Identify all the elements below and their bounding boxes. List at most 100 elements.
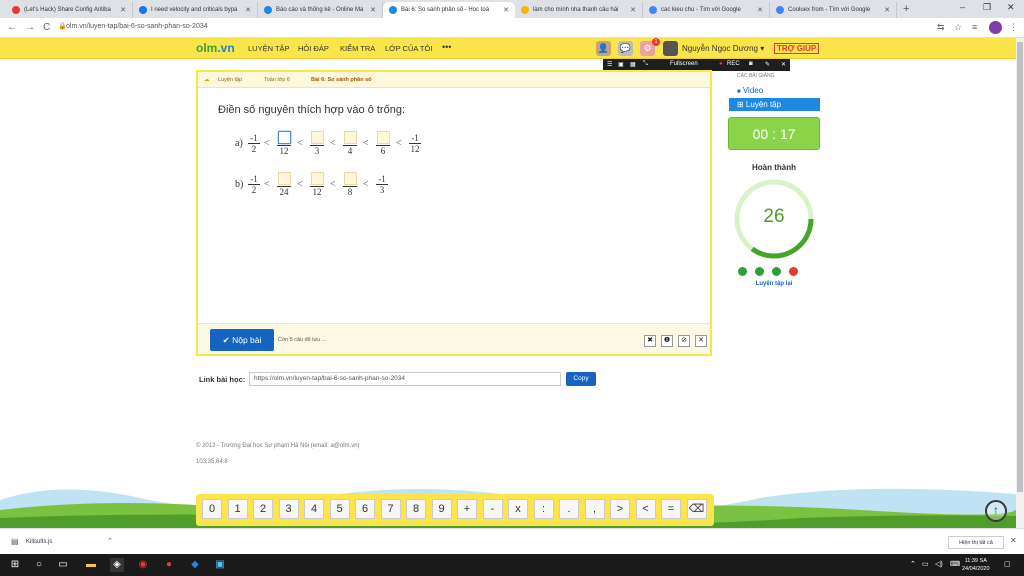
numerator-input[interactable] <box>278 172 291 185</box>
retry-link[interactable]: Luyện tập lại <box>756 281 793 287</box>
rec-button[interactable]: REC <box>727 61 740 67</box>
keypad-key[interactable]: : <box>533 499 554 519</box>
show-all-button[interactable]: Hiện thị tất cả <box>948 536 1004 549</box>
url-field[interactable]: olm.vn/luyen-tap/bai-6-so-sanh-phan-so-2… <box>66 23 208 30</box>
tray-chevron-icon[interactable]: ⌃ <box>910 560 916 568</box>
keypad-key[interactable]: ⌫ <box>686 499 707 519</box>
menu-icon[interactable]: ⋮ <box>1009 22 1018 33</box>
back-button[interactable]: ← <box>7 22 17 33</box>
nav-my-class[interactable]: LỚP CỦA TÔI <box>385 44 432 53</box>
more-menu[interactable]: ••• <box>442 42 451 52</box>
keypad-key[interactable]: 6 <box>355 499 375 519</box>
lesson-link-field[interactable]: https://olm.vn/luyen-tap/bai-6-so-sanh-p… <box>249 372 561 386</box>
practice-link[interactable]: ⊞ Luyện tập <box>729 98 820 111</box>
resize-icon[interactable]: ⤡ <box>643 61 648 68</box>
bookmark-star-icon[interactable]: ☆ <box>954 22 962 33</box>
list-icon[interactable]: ☰ <box>607 61 612 68</box>
blue-app-icon[interactable]: ◆ <box>188 558 202 572</box>
browser-tab[interactable]: Cooluex from - Tìm với Google ✕ <box>770 2 897 18</box>
windows-start-icon[interactable]: ⊞ <box>8 558 22 572</box>
numerator-input[interactable] <box>278 131 291 144</box>
tab-close-icon[interactable]: ✕ <box>500 6 509 14</box>
clock[interactable]: 11:39 SA 24/04/2020 <box>962 557 990 573</box>
close-window-button[interactable]: ✕ <box>1007 2 1015 13</box>
numerator-input[interactable] <box>311 172 324 185</box>
submit-button[interactable]: ✔ Nộp bài <box>210 329 274 351</box>
chat-icon[interactable]: 💬 <box>618 41 633 56</box>
keypad-key[interactable]: 5 <box>329 499 350 519</box>
new-tab-button[interactable]: + <box>903 3 909 15</box>
keypad-key[interactable]: < <box>635 499 656 519</box>
keypad-key[interactable]: 0 <box>202 499 222 519</box>
downloads-close-button[interactable]: ✕ <box>1010 536 1017 545</box>
tab-close-icon[interactable]: ✕ <box>242 6 251 14</box>
browser-tab[interactable]: Bài 6: So sánh phân số - Học toá ✕ <box>383 2 515 18</box>
recorder-close-icon[interactable]: ✕ <box>781 61 786 68</box>
numerator-input[interactable] <box>377 131 390 144</box>
translate-icon[interactable]: ⇆ <box>937 22 945 33</box>
pen-icon[interactable]: ✎ <box>765 61 770 68</box>
scrollbar-thumb[interactable] <box>1017 42 1023 492</box>
search-icon[interactable]: ○ <box>32 558 46 572</box>
user-name-dropdown[interactable]: Nguyễn Ngọc Dương ▾ <box>682 44 764 53</box>
clear-button[interactable]: ✖ <box>644 335 656 347</box>
camera-icon[interactable]: ◙ <box>749 61 753 67</box>
task-view-icon[interactable]: ▭ <box>56 558 70 572</box>
keypad-key[interactable]: 8 <box>406 499 426 519</box>
keypad-key[interactable]: = <box>661 499 681 519</box>
keypad-key[interactable]: > <box>610 499 630 519</box>
keypad-key[interactable]: 4 <box>304 499 324 519</box>
scroll-top-button[interactable]: ↑ <box>985 500 1007 522</box>
language-icon[interactable]: ⌨ <box>950 560 960 568</box>
copy-button[interactable]: Copy <box>566 372 596 386</box>
record-icon[interactable]: ● <box>162 558 176 572</box>
browser-tab[interactable]: I need velocity and criticals bypa ✕ <box>133 2 258 18</box>
browser-tab[interactable]: cac kieu chu - Tìm với Google ✕ <box>643 2 770 18</box>
nav-practice[interactable]: LUYỆN TẬP <box>248 44 290 53</box>
keypad-key[interactable]: x <box>508 499 528 519</box>
window-icon[interactable]: ▣ <box>618 61 624 68</box>
tab-close-icon[interactable]: ✕ <box>881 6 890 14</box>
volume-icon[interactable]: ◁) <box>935 560 943 568</box>
numerator-input[interactable] <box>311 131 324 144</box>
region-icon[interactable]: ▦ <box>630 61 636 68</box>
reload-button[interactable]: C <box>43 22 50 33</box>
numerator-input[interactable] <box>344 172 357 185</box>
file-explorer-icon[interactable]: ▬ <box>84 558 98 572</box>
breadcrumb-practice[interactable]: Luyện tập <box>218 77 242 83</box>
keypad-key[interactable]: 3 <box>278 499 299 519</box>
browser-tab[interactable]: Báo cáo và thống kê - Online Ma ✕ <box>258 2 383 18</box>
maximize-button[interactable]: ❐ <box>983 2 991 13</box>
keypad-key[interactable]: - <box>482 499 503 519</box>
keypad-key[interactable]: 1 <box>227 499 248 519</box>
keypad-key[interactable]: , <box>584 499 605 519</box>
profile-avatar[interactable] <box>989 21 1002 34</box>
minimize-button[interactable]: – <box>960 2 965 12</box>
block-button[interactable]: ⊘ <box>678 335 690 347</box>
close-button[interactable]: ✕ <box>695 335 707 347</box>
network-icon[interactable]: ▭ <box>922 560 929 568</box>
keypad-key[interactable]: 2 <box>253 499 273 519</box>
browser-tab[interactable]: làm cho mình nha thanh câu hái ✕ <box>515 2 643 18</box>
notification-center-icon[interactable]: ▢ <box>1004 560 1011 568</box>
keypad-key[interactable]: . <box>559 499 579 519</box>
fullscreen-button[interactable]: Fullscreen <box>670 61 698 67</box>
video-link[interactable]: ■ Video <box>737 86 763 95</box>
info-button[interactable]: ❶ <box>661 335 673 347</box>
chevron-up-icon[interactable]: ⌃ <box>107 537 113 545</box>
download-file[interactable]: Killsults.js <box>26 539 52 545</box>
forward-button[interactable]: → <box>25 22 35 33</box>
user-add-icon[interactable]: 👤 <box>596 41 611 56</box>
nav-qa[interactable]: HỎI ĐÁP <box>298 44 329 53</box>
keypad-key[interactable]: 7 <box>380 499 401 519</box>
help-button[interactable]: TRỢ GIÚP <box>774 43 820 54</box>
tab-close-icon[interactable]: ✕ <box>117 6 126 14</box>
chrome-icon[interactable]: ◉ <box>136 558 150 572</box>
nav-tests[interactable]: KIỂM TRA <box>340 44 375 53</box>
user-avatar[interactable] <box>663 41 678 56</box>
keypad-key[interactable]: 9 <box>431 499 452 519</box>
tab-close-icon[interactable]: ✕ <box>754 6 763 14</box>
breadcrumb-grade[interactable]: Toán lớp 6 <box>264 77 290 83</box>
tab-close-icon[interactable]: ✕ <box>367 6 376 14</box>
app-icon[interactable]: ◈ <box>110 558 124 572</box>
